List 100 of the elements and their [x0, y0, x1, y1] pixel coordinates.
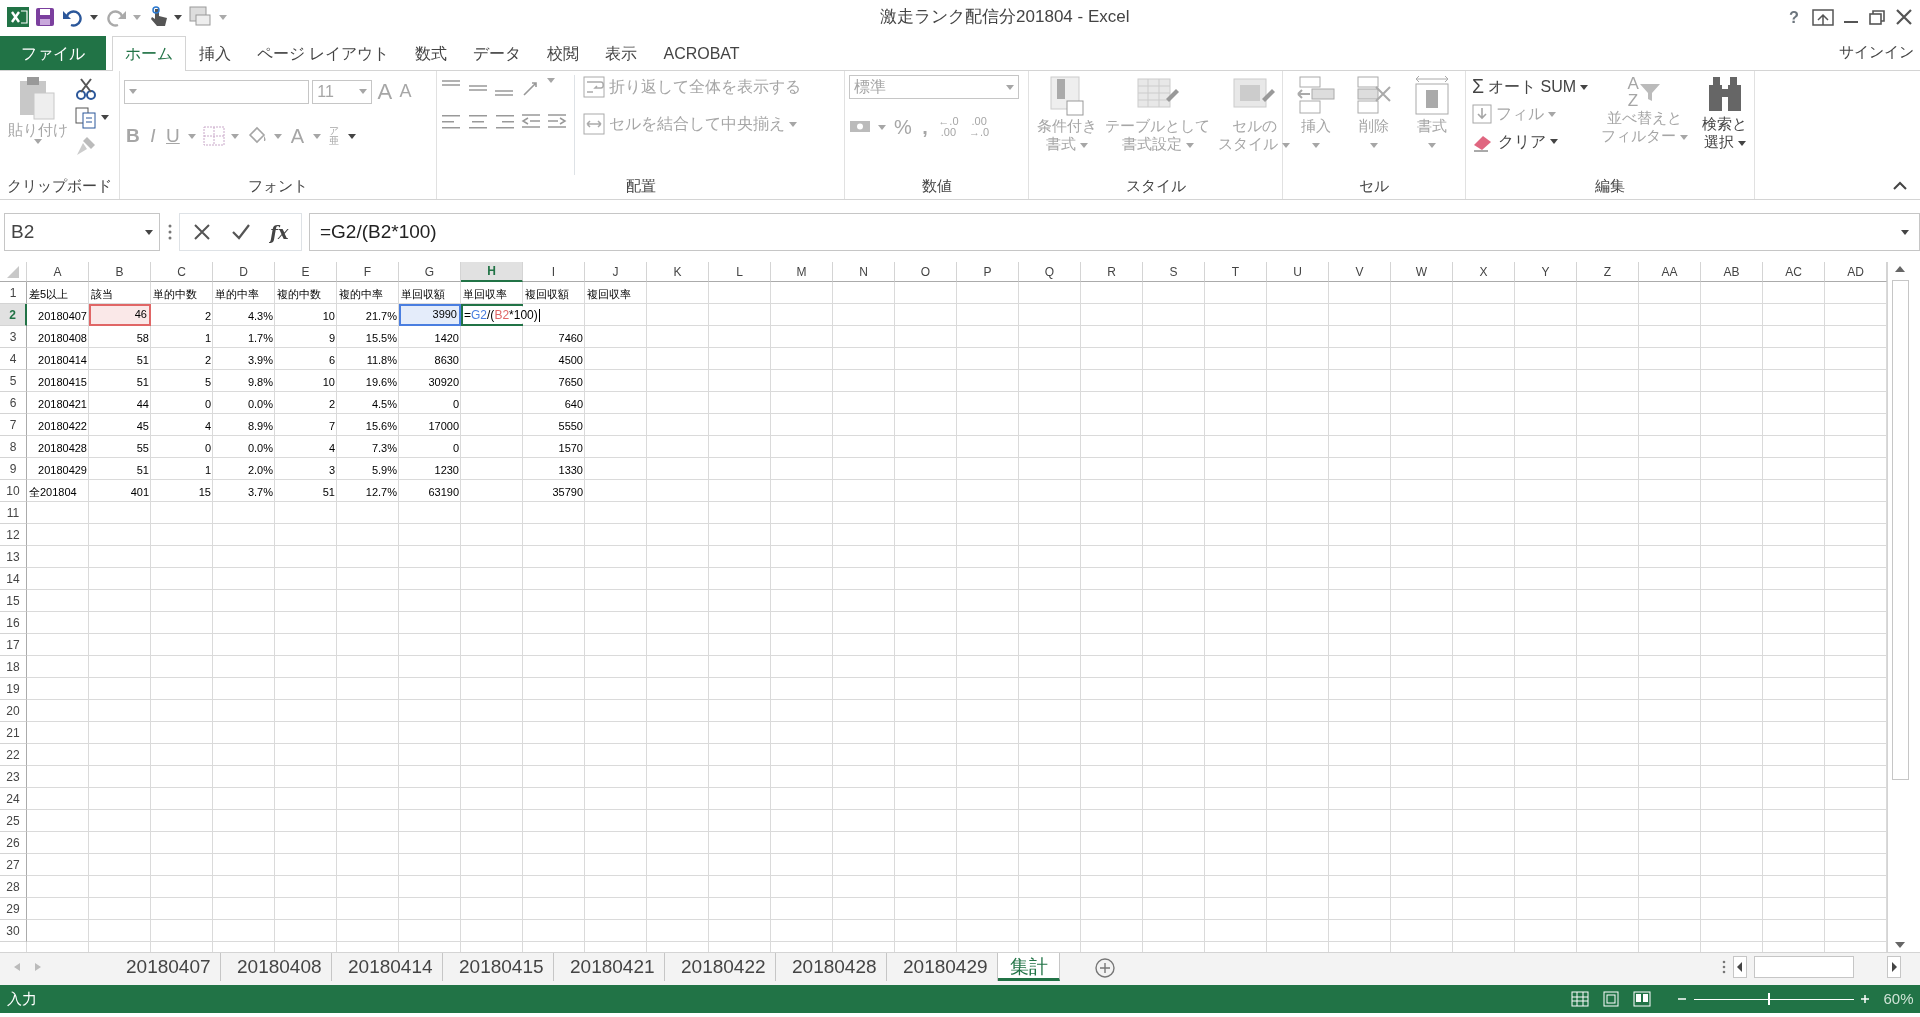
column-header[interactable]: M: [771, 262, 833, 282]
row-header[interactable]: 29: [0, 898, 27, 920]
sheet-tab[interactable]: 20180415: [443, 953, 554, 981]
format-painter-icon[interactable]: [75, 135, 98, 158]
column-header[interactable]: X: [1453, 262, 1515, 282]
row-header[interactable]: 9: [0, 458, 27, 480]
row-header[interactable]: 5: [0, 370, 27, 392]
column-header[interactable]: K: [647, 262, 709, 282]
redo-icon[interactable]: [104, 7, 127, 27]
column-header[interactable]: T: [1205, 262, 1267, 282]
restore-icon[interactable]: [1867, 8, 1887, 26]
sheet-tab[interactable]: 20180407: [110, 953, 221, 981]
zoom-level[interactable]: 60%: [1883, 987, 1914, 1011]
font-name-field[interactable]: [124, 79, 309, 104]
sheet-tab[interactable]: 20180428: [776, 953, 887, 981]
find-select-button[interactable]: 検索と 選択: [1698, 75, 1752, 175]
column-header[interactable]: Q: [1019, 262, 1081, 282]
column-header[interactable]: AB: [1701, 262, 1763, 282]
caret-icon[interactable]: [100, 115, 109, 121]
sheet-tab[interactable]: 集計: [998, 953, 1060, 981]
row-header[interactable]: 3: [0, 326, 27, 348]
scroll-up-icon[interactable]: [1893, 264, 1907, 274]
caret-icon[interactable]: [1737, 140, 1746, 146]
scissors-icon[interactable]: [75, 78, 98, 101]
ribbon-tab[interactable]: ACROBAT: [650, 36, 753, 70]
column-header[interactable]: G: [399, 262, 461, 282]
column-header[interactable]: Y: [1515, 262, 1577, 282]
name-box[interactable]: B2: [4, 213, 160, 251]
zoom-slider-thumb[interactable]: [1768, 993, 1771, 1005]
next-sheet-icon[interactable]: [34, 962, 42, 972]
cancel-icon[interactable]: [193, 223, 211, 241]
ribbon-tab[interactable]: 校閲: [534, 36, 593, 70]
row-header[interactable]: 16: [0, 612, 27, 634]
column-header[interactable]: AC: [1763, 262, 1825, 282]
column-header[interactable]: I: [523, 262, 585, 282]
undo-icon[interactable]: [61, 7, 84, 27]
insert-function-button[interactable]: fx: [270, 218, 289, 246]
row-header[interactable]: 22: [0, 744, 27, 766]
column-header[interactable]: W: [1391, 262, 1453, 282]
borders-icon[interactable]: [202, 126, 225, 146]
column-header[interactable]: D: [213, 262, 275, 282]
row-header[interactable]: 24: [0, 788, 27, 810]
sign-in-link[interactable]: サインイン: [1838, 41, 1920, 70]
enter-icon[interactable]: [230, 223, 251, 241]
help-button[interactable]: ?: [1782, 4, 1806, 30]
select-all-corner[interactable]: [0, 262, 27, 282]
formula-input[interactable]: =G2/(B2*100): [309, 213, 1920, 251]
column-header[interactable]: N: [833, 262, 895, 282]
drag-handle-icon[interactable]: [166, 222, 173, 242]
column-header[interactable]: Z: [1577, 262, 1639, 282]
add-sheet-icon[interactable]: [1094, 957, 1116, 979]
row-header[interactable]: 13: [0, 546, 27, 568]
ribbon-tab[interactable]: ホーム: [112, 36, 186, 71]
excel-logo-icon[interactable]: [6, 6, 29, 28]
row-header[interactable]: 25: [0, 810, 27, 832]
ribbon-display-icon[interactable]: [1812, 8, 1834, 26]
cell-editor[interactable]: =G2/(B2*100): [464, 307, 542, 323]
horizontal-scrollbar-thumb[interactable]: [1753, 956, 1854, 978]
column-header[interactable]: P: [957, 262, 1019, 282]
column-header[interactable]: A: [27, 262, 89, 282]
column-header[interactable]: R: [1081, 262, 1143, 282]
normal-view-icon[interactable]: [1571, 991, 1590, 1007]
row-header[interactable]: 8: [0, 436, 27, 458]
ribbon-tab[interactable]: データ: [460, 36, 535, 70]
column-header[interactable]: B: [89, 262, 151, 282]
caret-icon[interactable]: [1580, 84, 1589, 90]
row-header[interactable]: 17: [0, 634, 27, 656]
caret-icon[interactable]: [347, 133, 356, 139]
page-layout-icon[interactable]: [1602, 991, 1621, 1007]
row-header[interactable]: 27: [0, 854, 27, 876]
save-icon[interactable]: [35, 7, 55, 27]
row-header[interactable]: 12: [0, 524, 27, 546]
column-header[interactable]: U: [1267, 262, 1329, 282]
clear-button[interactable]: クリア: [1470, 129, 1591, 154]
print-preview-icon[interactable]: [188, 6, 213, 28]
row-header[interactable]: 7: [0, 414, 27, 436]
row-header[interactable]: 26: [0, 832, 27, 854]
scrollbar-thumb[interactable]: [1891, 280, 1909, 780]
ribbon-tab[interactable]: 表示: [592, 36, 651, 70]
column-header[interactable]: V: [1329, 262, 1391, 282]
column-header[interactable]: AA: [1639, 262, 1701, 282]
drag-handle-icon[interactable]: [1720, 959, 1727, 975]
sheet-tab[interactable]: 20180422: [665, 953, 776, 981]
ribbon-tab[interactable]: 挿入: [186, 36, 244, 70]
ribbon-tab[interactable]: ページ レイアウト: [244, 36, 403, 70]
caret-icon[interactable]: [1901, 229, 1909, 235]
caret-icon[interactable]: [174, 14, 182, 20]
row-header[interactable]: 1: [0, 282, 27, 304]
ribbon-tab[interactable]: ファイル: [0, 36, 106, 70]
scroll-right-icon[interactable]: [1886, 956, 1901, 978]
scroll-left-icon[interactable]: [1733, 956, 1747, 978]
caret-icon[interactable]: [1550, 139, 1558, 144]
row-header[interactable]: 11: [0, 502, 27, 524]
close-icon[interactable]: [1893, 8, 1914, 26]
autosum-button[interactable]: Σ オート SUM: [1470, 75, 1591, 99]
row-header[interactable]: 2: [0, 304, 27, 326]
column-header[interactable]: L: [709, 262, 771, 282]
sheet-tab[interactable]: 20180421: [554, 953, 665, 981]
row-header[interactable]: 14: [0, 568, 27, 590]
sheet-tab[interactable]: 20180414: [332, 953, 443, 981]
